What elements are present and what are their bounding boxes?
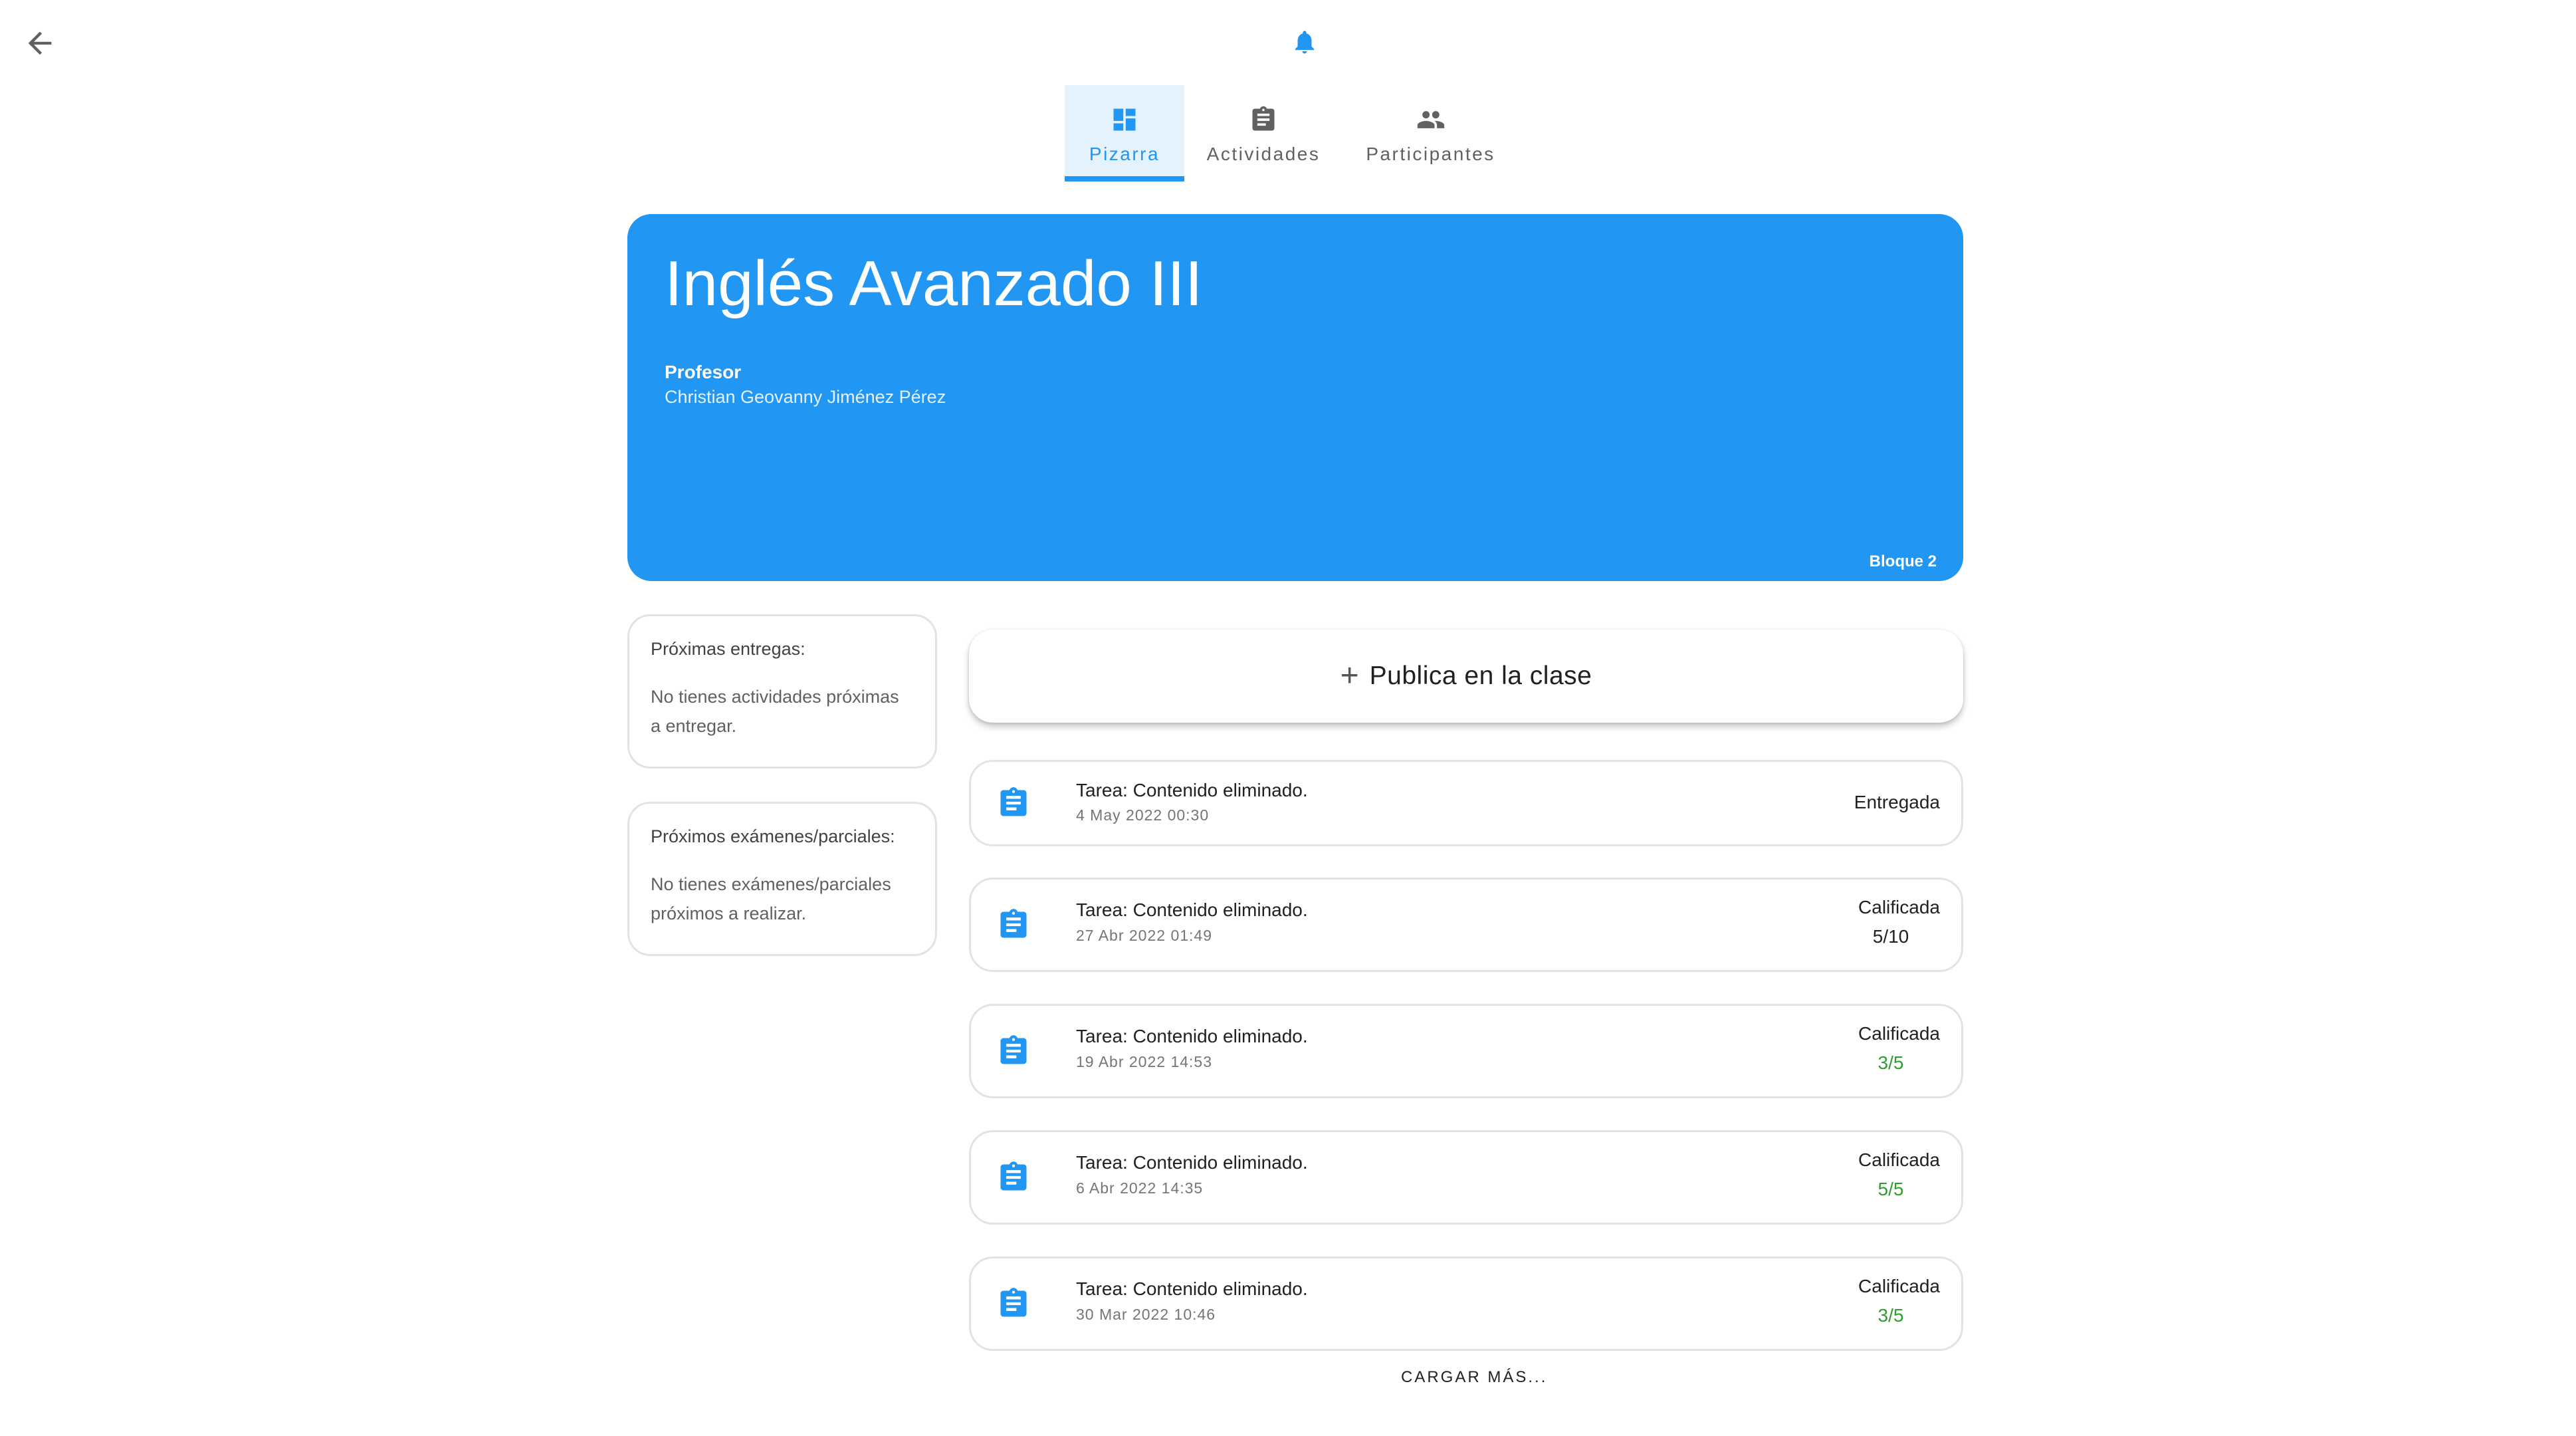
professor-label: Profesor (665, 362, 742, 382)
feed-item-title: Tarea: Contenido eliminado. (1076, 1026, 1308, 1046)
class-banner: Inglés Avanzado III Profesor Christian G… (627, 214, 1963, 581)
feed-item[interactable]: Tarea: Contenido eliminado. 4 May 2022 0… (969, 760, 1963, 846)
publish-label: Publica en la clase (1369, 661, 1592, 690)
professor-name: Christian Geovanny Jiménez Pérez (665, 387, 946, 407)
feed-item-date: 27 Abr 2022 01:49 (1076, 927, 1212, 944)
card-text: No tienes exámenes/parciales próximos a … (651, 874, 891, 923)
assignment-icon (1000, 1288, 1027, 1317)
card-text: No tienes actividades próximas a entrega… (651, 687, 899, 736)
assignment-icon (1000, 1035, 1027, 1064)
notifications-button[interactable] (1287, 25, 1322, 59)
tab-label: Actividades (1206, 144, 1321, 164)
card-title: Próximos exámenes/parciales: (651, 826, 895, 846)
feed-item-title: Tarea: Contenido eliminado. (1076, 1152, 1308, 1173)
feed-item-grade: 3/5 (1878, 1052, 1904, 1073)
tab-participantes[interactable]: Participantes (1342, 85, 1519, 181)
assignment-icon (1000, 787, 1027, 816)
feed-item-grade: 5/10 (1872, 926, 1909, 947)
tab-pizarra[interactable]: Pizarra (1065, 85, 1184, 181)
feed-item-date: 30 Mar 2022 10:46 (1076, 1306, 1216, 1323)
assignment-icon (1247, 104, 1279, 136)
people-icon (1415, 104, 1447, 136)
feed-item-grade: 5/5 (1878, 1179, 1904, 1199)
feed-item-status: Calificada (1858, 897, 1940, 917)
feed-item[interactable]: Tarea: Contenido eliminado. 30 Mar 2022 … (969, 1256, 1963, 1351)
feed-item-grade: 3/5 (1878, 1305, 1904, 1326)
card-title: Próximas entregas: (651, 639, 805, 659)
feed-item[interactable]: Tarea: Contenido eliminado. 27 Abr 2022 … (969, 878, 1963, 972)
assignment-icon (1000, 1161, 1027, 1191)
back-button[interactable] (20, 23, 60, 63)
feed-item[interactable]: Tarea: Contenido eliminado. 19 Abr 2022 … (969, 1004, 1963, 1098)
feed-item-title: Tarea: Contenido eliminado. (1076, 1278, 1308, 1299)
arrow-back-icon (28, 31, 52, 55)
assignment-icon (1000, 909, 1027, 938)
feed-item-date: 4 May 2022 00:30 (1076, 806, 1210, 824)
plus-icon: + (1340, 658, 1359, 693)
feed-item-title: Tarea: Contenido eliminado. (1076, 899, 1308, 920)
feed-item-date: 6 Abr 2022 14:35 (1076, 1179, 1204, 1197)
feed-item-date: 19 Abr 2022 14:53 (1076, 1053, 1212, 1070)
load-more-button[interactable]: CARGAR MÁS... (1401, 1368, 1547, 1387)
bell-icon (1295, 31, 1314, 54)
upcoming-exams-card: Próximos exámenes/parciales: No tienes e… (627, 802, 937, 956)
feed-item-title: Tarea: Contenido eliminado. (1076, 780, 1308, 800)
upcoming-deliveries-card: Próximas entregas: No tienes actividades… (627, 614, 937, 769)
feed-item-status: Calificada (1858, 1023, 1940, 1044)
feed-item-status: Entregada (1854, 792, 1940, 812)
publish-in-class-button[interactable]: + Publica en la clase (969, 630, 1963, 723)
tab-actividades[interactable]: Actividades (1184, 85, 1342, 181)
feed-item[interactable]: Tarea: Contenido eliminado. 6 Abr 2022 1… (969, 1130, 1963, 1225)
tab-label: Pizarra (1089, 144, 1160, 164)
feed-item-status: Calificada (1858, 1149, 1940, 1170)
tab-label: Participantes (1366, 144, 1495, 164)
block-label: Bloque 2 (1869, 552, 1937, 570)
tab-bar: Pizarra Actividades Participantes (1065, 85, 1519, 181)
class-title: Inglés Avanzado III (665, 248, 1203, 319)
feed-item-status: Calificada (1858, 1276, 1940, 1296)
dashboard-icon (1109, 104, 1140, 136)
